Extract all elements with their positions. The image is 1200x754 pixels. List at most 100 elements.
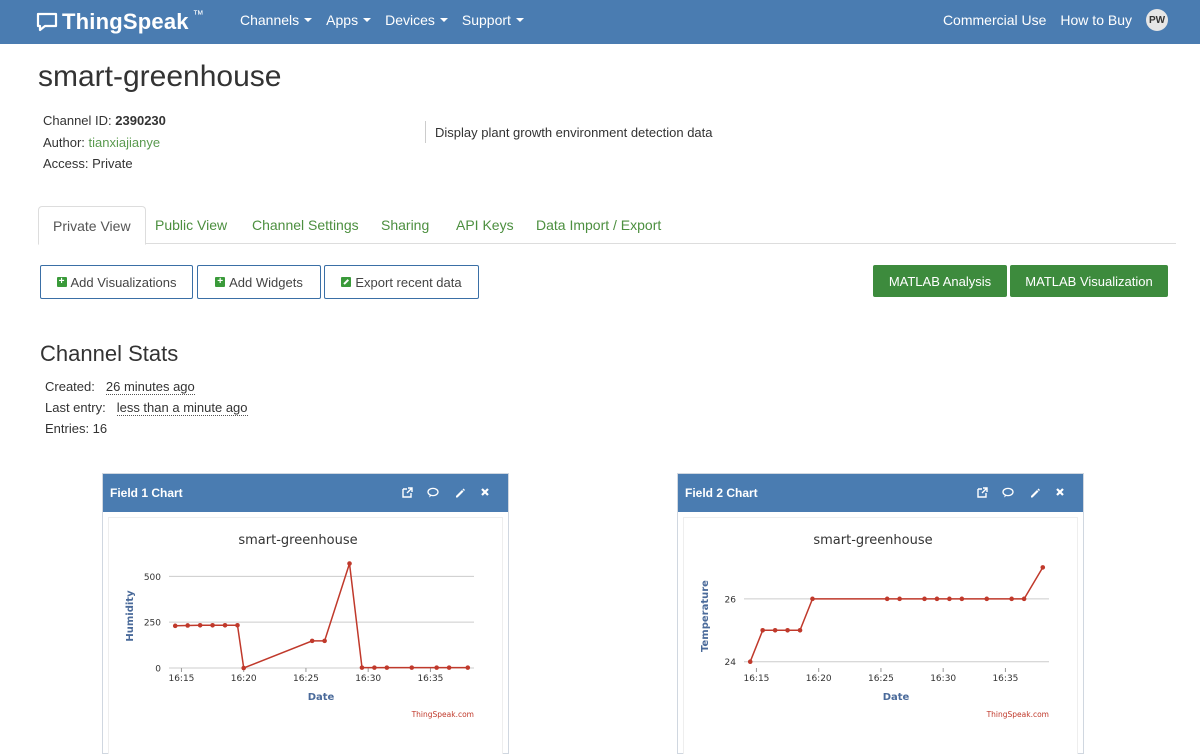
- tab-public-view[interactable]: Public View: [155, 206, 227, 244]
- channel-id-value: 2390230: [115, 113, 166, 128]
- external-link-icon[interactable]: [975, 485, 989, 499]
- brand-logo[interactable]: ThingSpeak ™: [36, 8, 204, 36]
- series-line: [749, 567, 1044, 662]
- external-link-icon[interactable]: [400, 485, 414, 499]
- plus-icon: +: [215, 277, 226, 287]
- plus-icon: +: [56, 277, 67, 287]
- nav-apps-label: Apps: [326, 12, 359, 28]
- x-tick-label: 16:15: [743, 674, 769, 684]
- nav-support-menu[interactable]: Support: [462, 12, 524, 28]
- panel-header: Field 1 Chart: [103, 474, 508, 512]
- data-point: [1040, 565, 1046, 570]
- last-entry-label: Last entry:: [45, 400, 106, 415]
- y-tick-label: 0: [155, 665, 161, 675]
- export-icon: [341, 277, 352, 287]
- chart-body: smart-greenhouse 24 26 16:15 16:20 16:25 16:30…: [683, 517, 1078, 754]
- chart-title: smart-greenhouse: [813, 533, 932, 548]
- channel-id-label: Channel ID:: [43, 113, 112, 128]
- data-point: [785, 627, 790, 633]
- y-axis-label: Humidity: [125, 590, 136, 642]
- pencil-icon[interactable]: [452, 485, 466, 499]
- export-recent-data-button[interactable]: Export recent data: [324, 265, 479, 299]
- created-label: Created:: [45, 379, 95, 394]
- data-point: [372, 665, 377, 670]
- nav-apps-menu[interactable]: Apps: [326, 12, 372, 28]
- tab-api-keys[interactable]: API Keys: [456, 206, 514, 244]
- author-row: Author: tianxiajianye: [43, 132, 166, 154]
- field2-chart-panel: Field 2 Chart smart-greenhouse 24 26 16:15 1…: [677, 473, 1084, 754]
- brand-trademark: ™: [192, 9, 204, 21]
- x-tick-label: 16:30: [930, 674, 956, 684]
- nav-devices-menu[interactable]: Devices: [385, 12, 448, 28]
- data-point: [922, 596, 927, 602]
- data-point: [959, 596, 965, 602]
- top-navbar: ThingSpeak ™ Channels Apps Devices Suppo…: [0, 0, 1200, 44]
- add-visualizations-button[interactable]: + Add Visualizations: [40, 265, 193, 299]
- nav-devices-label: Devices: [385, 12, 435, 28]
- x-tick-label: 16:25: [868, 674, 894, 684]
- user-avatar[interactable]: PW: [1146, 9, 1168, 31]
- y-tick-label: 26: [725, 595, 737, 605]
- access-label: Access:: [43, 156, 89, 171]
- channel-description: Display plant growth environment detecti…: [425, 121, 713, 143]
- add-widgets-button[interactable]: + Add Widgets: [197, 265, 321, 299]
- close-icon[interactable]: [478, 485, 492, 499]
- data-point: [322, 638, 327, 644]
- matlab-visualization-button[interactable]: MATLAB Visualization: [1010, 265, 1168, 297]
- created-value: 26 minutes ago: [105, 379, 195, 395]
- data-point: [984, 596, 990, 602]
- caret-down-icon: [515, 18, 524, 22]
- access-row: Access: Private: [43, 153, 166, 175]
- field2-chart: smart-greenhouse 24 26 16:15 16:20 16:25 16:30…: [700, 533, 1049, 719]
- last-entry-row: Last entry: less than a minute ago: [45, 397, 248, 418]
- chat-bubble-icon: [36, 12, 58, 32]
- data-point: [210, 622, 215, 628]
- data-point: [197, 622, 203, 628]
- author-label: Author:: [43, 134, 85, 150]
- x-tick-label: 16:15: [168, 674, 194, 684]
- panel-title: Field 1 Chart: [110, 486, 183, 500]
- channel-id-row: Channel ID: 2390230: [43, 110, 166, 132]
- tab-private-view[interactable]: Private View: [38, 206, 146, 245]
- comment-icon[interactable]: [1001, 485, 1015, 499]
- x-axis-label: Date: [308, 692, 335, 703]
- matlab-analysis-button[interactable]: MATLAB Analysis: [873, 265, 1007, 297]
- tab-data-import-export[interactable]: Data Import / Export: [536, 206, 661, 244]
- data-point: [934, 596, 940, 602]
- commercial-use-link[interactable]: Commercial Use: [943, 12, 1046, 28]
- data-point: [235, 622, 240, 628]
- data-point: [897, 596, 902, 602]
- x-tick-label: 16:25: [293, 674, 319, 684]
- channel-stats: Created: 26 minutes ago Last entry: less t…: [45, 376, 248, 439]
- comment-icon[interactable]: [426, 485, 440, 499]
- x-tick-label: 16:30: [355, 674, 381, 684]
- chart-credit: ThingSpeak.com: [411, 710, 474, 719]
- how-to-buy-link[interactable]: How to Buy: [1060, 12, 1132, 28]
- caret-down-icon: [304, 18, 313, 22]
- data-point: [446, 665, 452, 670]
- tab-sharing[interactable]: Sharing: [381, 206, 429, 244]
- field1-chart-panel: Field 1 Chart smart-greenhouse 0 250 500 16:…: [102, 473, 509, 754]
- nav-channels-label: Channels: [240, 12, 300, 28]
- data-point: [797, 627, 803, 633]
- nav-channels-menu[interactable]: Channels: [240, 12, 313, 28]
- x-tick-label: 16:20: [231, 674, 257, 684]
- tab-channel-settings[interactable]: Channel Settings: [252, 206, 359, 244]
- data-point: [884, 596, 890, 602]
- close-icon[interactable]: [1053, 485, 1067, 499]
- data-point: [241, 665, 246, 671]
- nav-support-label: Support: [461, 12, 511, 28]
- y-tick-label: 250: [144, 619, 161, 629]
- data-point: [810, 596, 815, 602]
- data-point: [772, 627, 778, 633]
- channel-stats-title: Channel Stats: [40, 341, 179, 366]
- access-value: Private: [92, 156, 133, 171]
- pencil-icon[interactable]: [1027, 485, 1041, 499]
- data-point: [185, 623, 190, 628]
- panel-header: Field 2 Chart: [678, 474, 1083, 512]
- data-point: [384, 665, 390, 670]
- field1-chart: smart-greenhouse 0 250 500 16:15 16:20 16:25 16…: [125, 533, 474, 719]
- data-point: [347, 561, 352, 566]
- x-tick-label: 16:35: [417, 674, 443, 684]
- author-link[interactable]: tianxiajianye: [89, 135, 161, 150]
